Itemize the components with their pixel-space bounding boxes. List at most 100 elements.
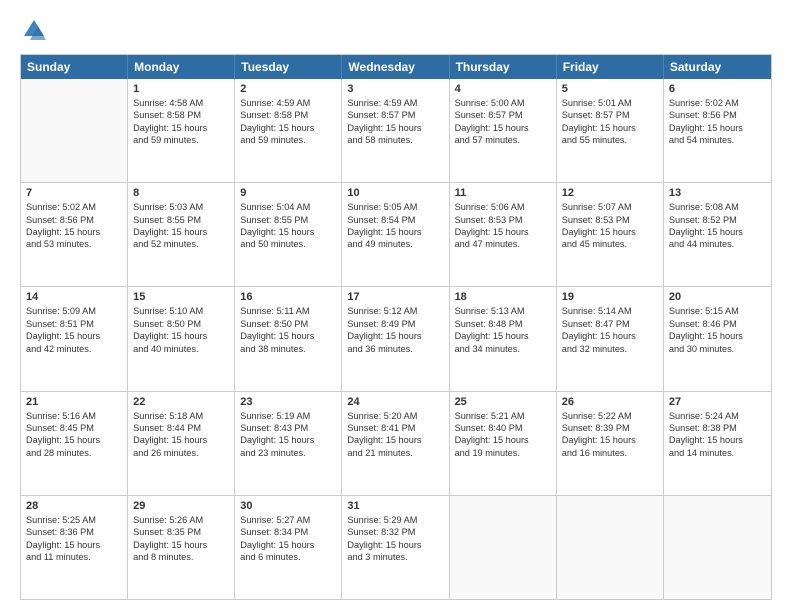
day-number: 20: [669, 291, 766, 303]
cell-line: Daylight: 15 hours: [133, 330, 229, 342]
cell-line: Sunset: 8:57 PM: [562, 109, 658, 121]
cell-line: Daylight: 15 hours: [26, 330, 122, 342]
cell-line: Sunrise: 5:13 AM: [455, 305, 551, 317]
cell-line: Daylight: 15 hours: [669, 434, 766, 446]
cell-line: and 21 minutes.: [347, 447, 443, 459]
day-number: 17: [347, 291, 443, 303]
cell-line: Daylight: 15 hours: [133, 539, 229, 551]
cell-line: Daylight: 15 hours: [669, 330, 766, 342]
cell-line: Sunrise: 5:21 AM: [455, 410, 551, 422]
cell-line: Sunset: 8:50 PM: [240, 318, 336, 330]
cell-line: Sunrise: 5:19 AM: [240, 410, 336, 422]
cell-line: Sunset: 8:53 PM: [562, 214, 658, 226]
cell-line: Daylight: 15 hours: [669, 122, 766, 134]
cell-line: Sunrise: 4:58 AM: [133, 97, 229, 109]
day-number: 23: [240, 396, 336, 408]
cell-line: Sunset: 8:34 PM: [240, 526, 336, 538]
cell-line: and 50 minutes.: [240, 238, 336, 250]
day-number: 18: [455, 291, 551, 303]
cell-line: Sunrise: 5:22 AM: [562, 410, 658, 422]
cell-line: and 28 minutes.: [26, 447, 122, 459]
cell-line: and 11 minutes.: [26, 551, 122, 563]
cell-line: Sunrise: 4:59 AM: [240, 97, 336, 109]
cell-line: and 38 minutes.: [240, 343, 336, 355]
cell-line: Sunrise: 5:15 AM: [669, 305, 766, 317]
calendar-cell-0-5: 5Sunrise: 5:01 AMSunset: 8:57 PMDaylight…: [557, 79, 664, 182]
calendar-header: SundayMondayTuesdayWednesdayThursdayFrid…: [21, 55, 771, 79]
cell-line: Sunset: 8:54 PM: [347, 214, 443, 226]
calendar-cell-2-5: 19Sunrise: 5:14 AMSunset: 8:47 PMDayligh…: [557, 287, 664, 390]
cell-line: and 45 minutes.: [562, 238, 658, 250]
cell-line: Sunset: 8:50 PM: [133, 318, 229, 330]
cell-line: Sunrise: 5:16 AM: [26, 410, 122, 422]
header-day-saturday: Saturday: [664, 55, 771, 79]
logo-icon: [20, 16, 48, 44]
cell-line: Sunset: 8:57 PM: [455, 109, 551, 121]
cell-line: Sunset: 8:52 PM: [669, 214, 766, 226]
cell-line: Sunrise: 5:01 AM: [562, 97, 658, 109]
day-number: 30: [240, 500, 336, 512]
calendar-cell-4-6: [664, 496, 771, 599]
cell-line: Daylight: 15 hours: [347, 122, 443, 134]
cell-line: Sunrise: 5:11 AM: [240, 305, 336, 317]
cell-line: Daylight: 15 hours: [347, 226, 443, 238]
day-number: 10: [347, 187, 443, 199]
cell-line: Daylight: 15 hours: [133, 226, 229, 238]
calendar-cell-3-2: 23Sunrise: 5:19 AMSunset: 8:43 PMDayligh…: [235, 392, 342, 495]
calendar-cell-3-1: 22Sunrise: 5:18 AMSunset: 8:44 PMDayligh…: [128, 392, 235, 495]
cell-line: and 55 minutes.: [562, 134, 658, 146]
cell-line: Sunrise: 5:10 AM: [133, 305, 229, 317]
cell-line: Sunrise: 5:20 AM: [347, 410, 443, 422]
calendar-cell-0-6: 6Sunrise: 5:02 AMSunset: 8:56 PMDaylight…: [664, 79, 771, 182]
cell-line: and 3 minutes.: [347, 551, 443, 563]
cell-line: Sunrise: 5:26 AM: [133, 514, 229, 526]
cell-line: and 57 minutes.: [455, 134, 551, 146]
cell-line: Sunrise: 5:14 AM: [562, 305, 658, 317]
cell-line: Sunrise: 4:59 AM: [347, 97, 443, 109]
header-day-friday: Friday: [557, 55, 664, 79]
cell-line: Sunrise: 5:09 AM: [26, 305, 122, 317]
cell-line: Sunrise: 5:24 AM: [669, 410, 766, 422]
calendar-cell-1-1: 8Sunrise: 5:03 AMSunset: 8:55 PMDaylight…: [128, 183, 235, 286]
calendar: SundayMondayTuesdayWednesdayThursdayFrid…: [20, 54, 772, 600]
cell-line: Sunset: 8:53 PM: [455, 214, 551, 226]
calendar-cell-0-0: [21, 79, 128, 182]
calendar-cell-4-3: 31Sunrise: 5:29 AMSunset: 8:32 PMDayligh…: [342, 496, 449, 599]
day-number: 19: [562, 291, 658, 303]
calendar-cell-4-1: 29Sunrise: 5:26 AMSunset: 8:35 PMDayligh…: [128, 496, 235, 599]
cell-line: and 44 minutes.: [669, 238, 766, 250]
cell-line: Sunrise: 5:06 AM: [455, 201, 551, 213]
cell-line: and 59 minutes.: [240, 134, 336, 146]
calendar-cell-2-2: 16Sunrise: 5:11 AMSunset: 8:50 PMDayligh…: [235, 287, 342, 390]
calendar-cell-2-4: 18Sunrise: 5:13 AMSunset: 8:48 PMDayligh…: [450, 287, 557, 390]
cell-line: and 16 minutes.: [562, 447, 658, 459]
cell-line: and 32 minutes.: [562, 343, 658, 355]
cell-line: Daylight: 15 hours: [240, 330, 336, 342]
cell-line: Sunset: 8:32 PM: [347, 526, 443, 538]
cell-line: Sunrise: 5:27 AM: [240, 514, 336, 526]
day-number: 21: [26, 396, 122, 408]
cell-line: Daylight: 15 hours: [347, 539, 443, 551]
cell-line: Sunrise: 5:03 AM: [133, 201, 229, 213]
calendar-row-4: 28Sunrise: 5:25 AMSunset: 8:36 PMDayligh…: [21, 495, 771, 599]
cell-line: and 19 minutes.: [455, 447, 551, 459]
calendar-cell-2-1: 15 Sunrise: 5:10 AMSunset: 8:50 PMDayligh…: [128, 287, 235, 390]
day-number: 31: [347, 500, 443, 512]
day-number: 9: [240, 187, 336, 199]
cell-line: Daylight: 15 hours: [562, 434, 658, 446]
cell-line: Sunset: 8:49 PM: [347, 318, 443, 330]
calendar-cell-4-0: 28Sunrise: 5:25 AMSunset: 8:36 PMDayligh…: [21, 496, 128, 599]
cell-line: Daylight: 15 hours: [133, 122, 229, 134]
cell-line: Sunset: 8:43 PM: [240, 422, 336, 434]
day-number: 2: [240, 83, 336, 95]
cell-line: and 47 minutes.: [455, 238, 551, 250]
cell-line: Daylight: 15 hours: [562, 122, 658, 134]
calendar-cell-0-2: 2Sunrise: 4:59 AMSunset: 8:58 PMDaylight…: [235, 79, 342, 182]
day-number: 15: [133, 291, 229, 303]
cell-line: Sunset: 8:44 PM: [133, 422, 229, 434]
cell-line: Daylight: 15 hours: [455, 122, 551, 134]
cell-line: and 59 minutes.: [133, 134, 229, 146]
calendar-cell-1-5: 12Sunrise: 5:07 AMSunset: 8:53 PMDayligh…: [557, 183, 664, 286]
cell-line: Sunset: 8:36 PM: [26, 526, 122, 538]
calendar-row-3: 21Sunrise: 5:16 AMSunset: 8:45 PMDayligh…: [21, 391, 771, 495]
